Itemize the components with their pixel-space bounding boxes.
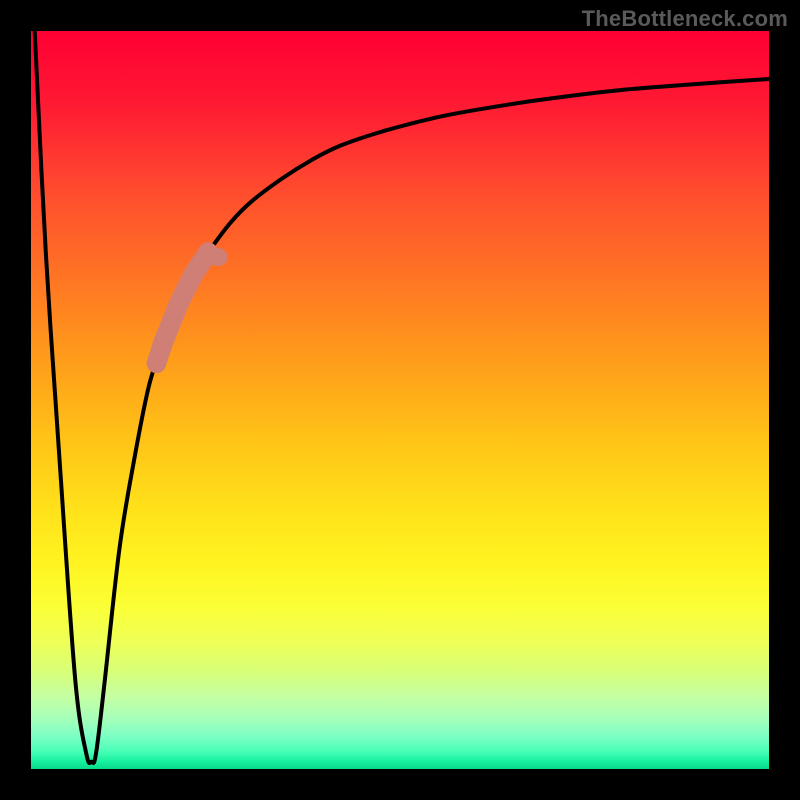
highlight-dot [210,248,228,266]
watermark-text: TheBottleneck.com [582,6,788,32]
bottleneck-curve [31,31,769,769]
chart-frame: TheBottleneck.com [0,0,800,800]
plot-area [31,31,769,769]
highlight-segment [147,242,228,373]
curve-path [35,31,769,763]
